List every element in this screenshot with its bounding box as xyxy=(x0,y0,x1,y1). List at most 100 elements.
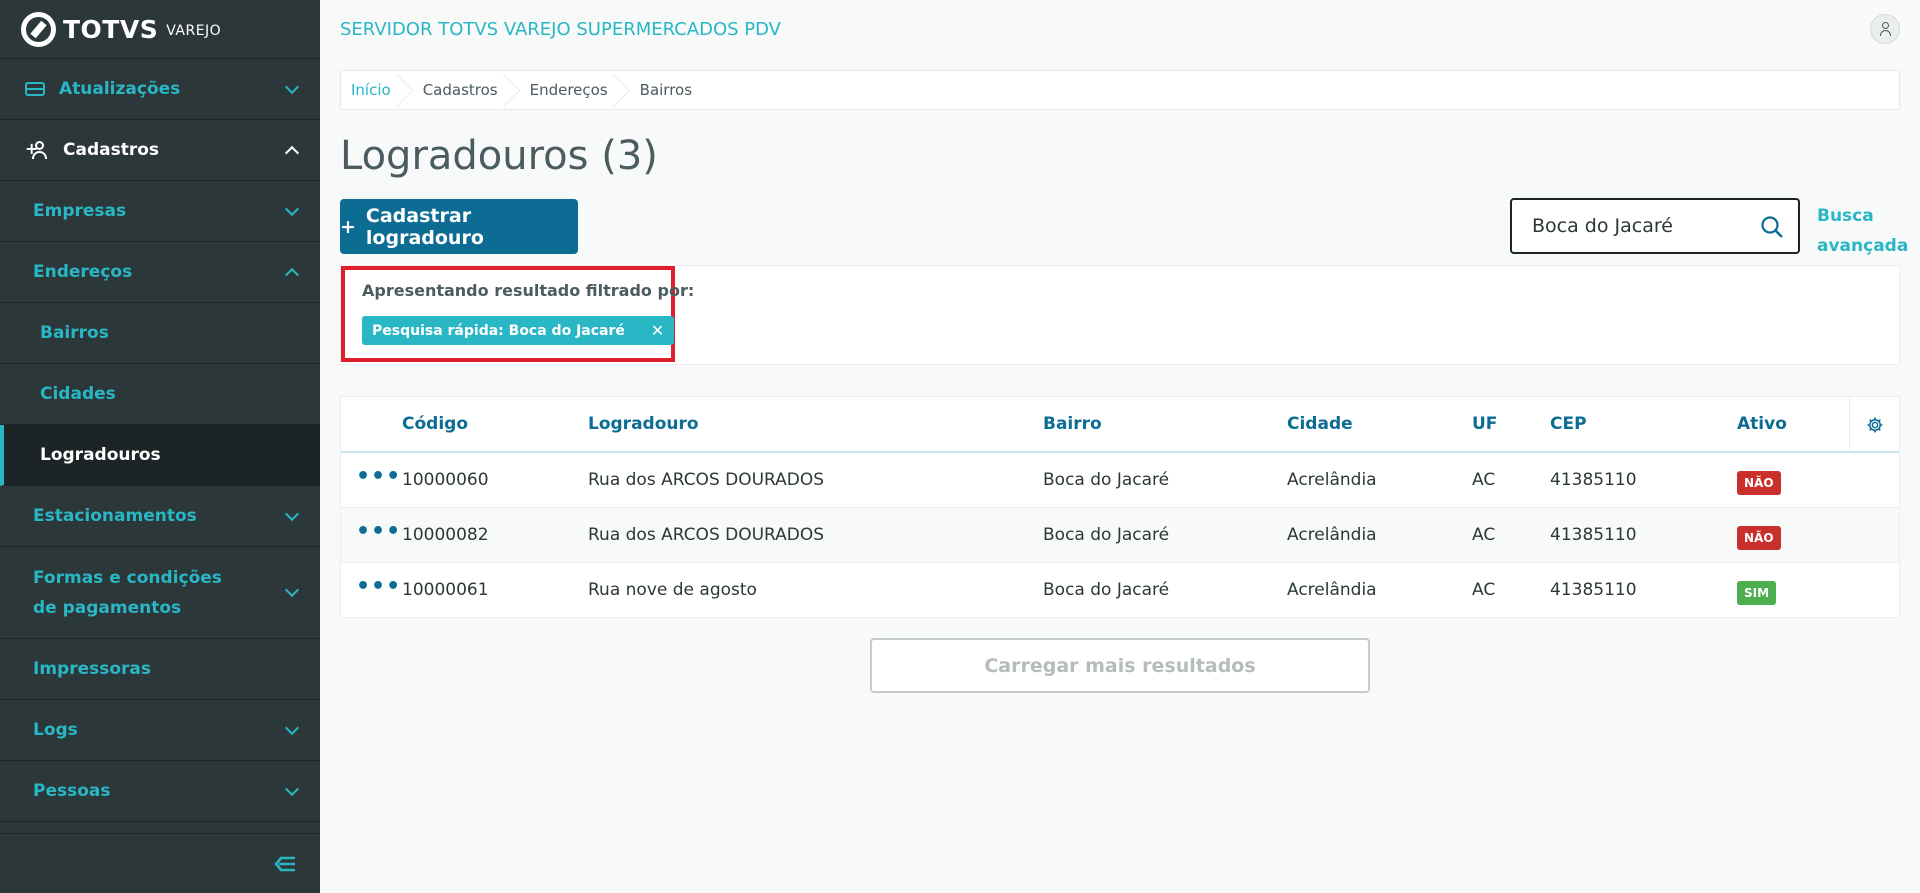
collapse-menu-icon[interactable] xyxy=(274,854,296,879)
totvs-logo[interactable]: TOTVS VAREJO xyxy=(0,0,320,59)
brand-sub: VAREJO xyxy=(166,23,222,39)
filter-panel: Apresentando resultado filtrado por: Pes… xyxy=(340,265,1900,365)
search-icon[interactable] xyxy=(1760,215,1784,239)
sidebar-item-label: Pessoas xyxy=(33,781,111,801)
breadcrumb: Início Cadastros Endereços Bairros xyxy=(340,70,1900,110)
sidebar-item-label: Endereços xyxy=(33,262,133,282)
breadcrumb-enderecos[interactable]: Endereços xyxy=(510,71,620,109)
cell-cidade: Acrelândia xyxy=(1287,470,1377,490)
column-header-cidade[interactable]: Cidade xyxy=(1287,414,1353,434)
filter-chip[interactable]: Pesquisa rápida: Boca do Jacaré ✕ xyxy=(362,316,675,345)
advanced-search-link[interactable]: Busca avançada xyxy=(1817,201,1908,261)
sidebar-item-label: Formas e condições de pagamentos xyxy=(33,567,222,618)
chevron-down-icon xyxy=(284,506,300,521)
sidebar-item-label: Empresas xyxy=(33,201,127,221)
cell-cidade: Acrelândia xyxy=(1287,580,1377,600)
sidebar-item-label: Logradouros xyxy=(40,445,161,465)
chevron-down-icon xyxy=(284,582,300,598)
sidebar-item-formas-pagamento[interactable]: Formas e condições de pagamentos xyxy=(0,547,320,639)
column-header-logradouro[interactable]: Logradouro xyxy=(588,414,699,434)
sidebar-item-cidades[interactable]: Cidades xyxy=(0,364,320,425)
sidebar-footer xyxy=(0,833,320,893)
status-badge: NÃO xyxy=(1737,526,1781,550)
advanced-search-line1: Busca xyxy=(1817,206,1874,226)
sidebar-item-impressoras[interactable]: Impressoras xyxy=(0,639,320,700)
column-header-cep[interactable]: CEP xyxy=(1550,414,1587,434)
sidebar-item-logradouros[interactable]: Logradouros xyxy=(0,425,320,486)
cell-bairro: Boca do Jacaré xyxy=(1043,580,1170,600)
sidebar-item-label: Bairros xyxy=(40,323,109,343)
main-content: SERVIDOR TOTVS VAREJO SUPERMERCADOS PDV … xyxy=(320,0,1920,893)
add-logradouro-label: Cadastrar logradouro xyxy=(365,204,484,249)
topbar: SERVIDOR TOTVS VAREJO SUPERMERCADOS PDV xyxy=(320,0,1920,58)
table-row[interactable]: ••• 10000060 Rua dos ARCOS DOURADOS Boca… xyxy=(341,453,1899,508)
cell-logradouro: Rua nove de agosto xyxy=(588,580,757,600)
cell-codigo: 10000060 xyxy=(402,470,489,490)
filter-chip-label: Pesquisa rápida: Boca do Jacaré xyxy=(372,322,625,339)
cell-cep: 41385110 xyxy=(1550,525,1637,545)
advanced-search-line2: avançada xyxy=(1817,236,1909,256)
cell-codigo: 10000082 xyxy=(402,525,489,545)
page-title: Logradouros (3) xyxy=(340,133,658,179)
sidebar-item-label: Cadastros xyxy=(63,140,160,160)
settings-gear-icon[interactable] xyxy=(1849,397,1899,452)
server-title: SERVIDOR TOTVS VAREJO SUPERMERCADOS PDV xyxy=(340,18,781,40)
plus-icon: + xyxy=(340,215,356,238)
table-row[interactable]: ••• 10000082 Rua dos ARCOS DOURADOS Boca… xyxy=(341,508,1899,563)
more-actions-icon[interactable]: ••• xyxy=(356,519,401,544)
sidebar-item-enderecos[interactable]: Endereços xyxy=(0,242,320,303)
more-actions-icon[interactable]: ••• xyxy=(356,574,401,599)
load-more-button[interactable]: Carregar mais resultados xyxy=(870,638,1370,693)
column-header-ativo[interactable]: Ativo xyxy=(1737,414,1787,434)
breadcrumb-bairros: Bairros xyxy=(639,81,693,99)
user-add-icon: + xyxy=(25,140,49,160)
cell-logradouro: Rua dos ARCOS DOURADOS xyxy=(588,470,825,490)
cell-bairro: Boca do Jacaré xyxy=(1043,525,1170,545)
cell-bairro: Boca do Jacaré xyxy=(1043,470,1170,490)
table-header: Código Logradouro Bairro Cidade UF CEP A… xyxy=(341,397,1899,453)
filter-label: Apresentando resultado filtrado por: xyxy=(362,281,695,300)
sidebar: TOTVS VAREJO Atualizações + Cadastros Em… xyxy=(0,0,320,893)
breadcrumb-inicio[interactable]: Início xyxy=(341,71,403,109)
sidebar-item-pessoas[interactable]: Pessoas xyxy=(0,761,320,822)
cell-cidade: Acrelândia xyxy=(1287,525,1377,545)
sidebar-item-bairros[interactable]: Bairros xyxy=(0,303,320,364)
search-value: Boca do Jacaré xyxy=(1532,215,1673,237)
cell-uf: AC xyxy=(1472,525,1496,545)
close-icon[interactable]: ✕ xyxy=(651,321,664,340)
cell-uf: AC xyxy=(1472,470,1496,490)
cell-codigo: 10000061 xyxy=(402,580,489,600)
add-logradouro-button[interactable]: + Cadastrar logradouro xyxy=(340,199,578,254)
user-avatar-icon[interactable] xyxy=(1870,14,1900,44)
cell-uf: AC xyxy=(1472,580,1496,600)
sidebar-item-cadastros[interactable]: + Cadastros xyxy=(0,120,320,181)
more-actions-icon[interactable]: ••• xyxy=(356,464,401,489)
search-input[interactable]: Boca do Jacaré xyxy=(1510,198,1800,254)
chevron-down-icon xyxy=(284,201,300,216)
sidebar-item-estacionamentos[interactable]: Estacionamentos xyxy=(0,486,320,547)
chevron-up-icon xyxy=(284,267,300,282)
chevron-down-icon xyxy=(284,720,300,735)
sidebar-item-label: Cidades xyxy=(40,384,116,404)
column-header-uf[interactable]: UF xyxy=(1472,414,1497,434)
chevron-down-icon xyxy=(284,79,300,94)
sidebar-item-logs[interactable]: Logs xyxy=(0,700,320,761)
sidebar-item-atualizacoes[interactable]: Atualizações xyxy=(0,59,320,120)
cell-cep: 41385110 xyxy=(1550,470,1637,490)
sidebar-item-label: Impressoras xyxy=(33,659,152,679)
sidebar-item-label: Atualizações xyxy=(59,79,181,99)
chevron-down-icon xyxy=(284,781,300,796)
breadcrumb-cadastros[interactable]: Cadastros xyxy=(403,71,510,109)
totvs-logo-icon xyxy=(21,11,56,47)
column-header-bairro[interactable]: Bairro xyxy=(1043,414,1102,434)
sidebar-item-label: Estacionamentos xyxy=(33,506,197,526)
sidebar-item-label: Logs xyxy=(33,720,78,740)
status-badge: NÃO xyxy=(1737,471,1781,495)
column-header-codigo[interactable]: Código xyxy=(402,414,468,434)
status-badge: SIM xyxy=(1737,581,1777,605)
brand-name: TOTVS xyxy=(63,14,159,44)
cell-logradouro: Rua dos ARCOS DOURADOS xyxy=(588,525,825,545)
table-row[interactable]: ••• 10000061 Rua nove de agosto Boca do … xyxy=(341,563,1899,618)
chevron-up-icon xyxy=(284,145,300,160)
sidebar-item-empresas[interactable]: Empresas xyxy=(0,181,320,242)
